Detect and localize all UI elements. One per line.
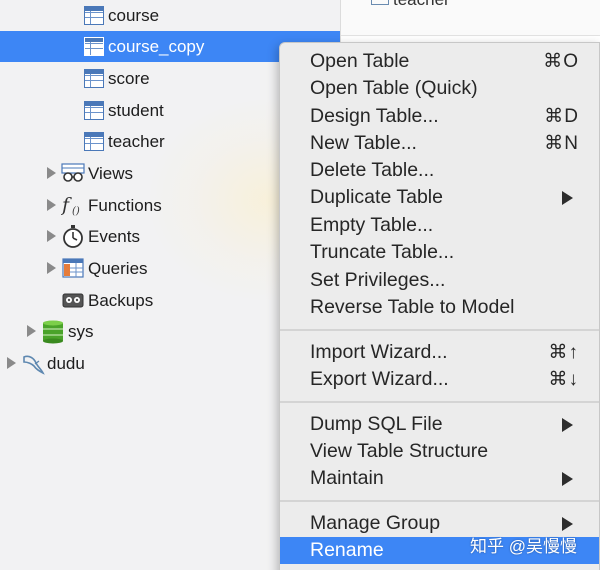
menu-item-truncate-table[interactable]: Truncate Table... xyxy=(280,239,599,266)
menu-item-shortcut: ⌘N xyxy=(544,133,579,154)
disclosure-triangle-icon[interactable] xyxy=(27,325,36,337)
disclosure-triangle-icon[interactable] xyxy=(47,230,56,242)
menu-item-new-table[interactable]: New Table... ⌘N xyxy=(280,130,599,157)
queries-grid-icon xyxy=(62,258,84,278)
menu-item-dump-sql-file[interactable]: Dump SQL File xyxy=(280,411,599,438)
menu-item-label: Design Table... xyxy=(310,105,439,127)
menu-item-label: New Table... xyxy=(310,132,417,154)
menu-item-shortcut: ⌘O xyxy=(543,51,579,72)
menu-item-maintain[interactable]: Maintain xyxy=(280,465,599,492)
table-icon xyxy=(84,69,104,88)
menu-item-label: Set Privileges... xyxy=(310,269,446,291)
tree-item-label: course xyxy=(108,5,160,25)
svg-text:(): () xyxy=(72,206,80,217)
menu-item-label: Import Wizard... xyxy=(310,341,448,363)
tree-item-label: Functions xyxy=(88,195,162,215)
menu-separator xyxy=(280,500,599,502)
mysql-dolphin-icon xyxy=(23,355,45,375)
tree-item-label: Queries xyxy=(88,258,148,278)
green-database-icon xyxy=(43,320,63,344)
menu-item-label: Duplicate Table xyxy=(310,186,443,208)
menu-item-label: Rename xyxy=(310,539,384,561)
tree-item-label: score xyxy=(108,68,150,88)
menu-separator xyxy=(280,401,599,403)
menu-item-label: Reverse Table to Model xyxy=(310,296,515,318)
tree-item-table-course[interactable]: course xyxy=(0,0,340,31)
menu-item-label: Open Table (Quick) xyxy=(310,77,478,99)
menu-item-empty-table[interactable]: Empty Table... xyxy=(280,212,599,239)
menu-item-duplicate-table[interactable]: Duplicate Table xyxy=(280,184,599,211)
stopwatch-icon xyxy=(63,225,83,248)
function-fx-icon: f () xyxy=(61,194,80,217)
content-tab-header: teacher xyxy=(341,0,600,36)
table-icon xyxy=(84,132,104,151)
tree-item-label: Views xyxy=(88,163,134,183)
menu-item-shortcut: ⌘↑ xyxy=(548,342,579,363)
menu-separator xyxy=(280,329,599,331)
menu-item-delete-table[interactable]: Delete Table... xyxy=(280,157,599,184)
table-icon xyxy=(371,0,389,5)
svg-text:f: f xyxy=(61,194,72,216)
content-tab-title: teacher xyxy=(393,0,450,10)
tree-item-label: Events xyxy=(88,226,140,246)
menu-item-export-wizard[interactable]: Export Wizard... ⌘↓ xyxy=(280,366,599,393)
table-icon xyxy=(84,37,104,56)
tree-item-label: course_copy xyxy=(108,36,205,56)
tree-item-label: student xyxy=(108,100,164,120)
menu-item-reverse-table-to-model[interactable]: Reverse Table to Model xyxy=(280,294,599,321)
submenu-arrow-icon xyxy=(562,471,573,486)
menu-item-label: Delete Table... xyxy=(310,159,435,181)
menu-item-label: Empty Table... xyxy=(310,214,434,236)
views-glasses-icon xyxy=(61,163,85,182)
menu-item-shortcut: ⌘↓ xyxy=(548,369,579,390)
disclosure-triangle-icon[interactable] xyxy=(47,262,56,274)
menu-item-shortcut: ⌘D xyxy=(544,106,579,127)
menu-item-label: Export Wizard... xyxy=(310,368,449,390)
menu-item-open-table-quick[interactable]: Open Table (Quick) xyxy=(280,75,599,102)
menu-item-label: Manage Group xyxy=(310,512,441,534)
menu-item-open-table[interactable]: Open Table ⌘O xyxy=(280,48,599,75)
disclosure-triangle-icon[interactable] xyxy=(7,357,16,369)
watermark: 知乎 @吴慢慢 xyxy=(470,537,577,556)
submenu-arrow-icon xyxy=(562,417,573,432)
table-icon xyxy=(84,6,104,25)
menu-item-label: Truncate Table... xyxy=(310,241,455,263)
menu-item-import-wizard[interactable]: Import Wizard... ⌘↑ xyxy=(280,339,599,366)
menu-item-set-privileges[interactable]: Set Privileges... xyxy=(280,267,599,294)
menu-item-design-table[interactable]: Design Table... ⌘D xyxy=(280,103,599,130)
disclosure-triangle-icon[interactable] xyxy=(47,199,56,211)
menu-item-label: View Table Structure xyxy=(310,440,489,462)
menu-item-label: Maintain xyxy=(310,467,384,489)
menu-item-label: Open Table xyxy=(310,50,410,72)
context-menu: Open Table ⌘O Open Table (Quick) Design … xyxy=(279,42,600,570)
table-icon xyxy=(84,101,104,120)
tree-item-label: sys xyxy=(68,321,94,341)
menu-item-label: Dump SQL File xyxy=(310,413,443,435)
disclosure-triangle-icon[interactable] xyxy=(47,167,56,179)
menu-item-view-table-structure[interactable]: View Table Structure xyxy=(280,438,599,465)
tree-item-label: Backups xyxy=(88,290,154,310)
tree-item-label: teacher xyxy=(108,131,165,151)
submenu-arrow-icon xyxy=(562,190,573,205)
tape-cassette-icon xyxy=(62,293,84,308)
tree-item-label: dudu xyxy=(47,353,85,373)
submenu-arrow-icon xyxy=(562,516,573,531)
